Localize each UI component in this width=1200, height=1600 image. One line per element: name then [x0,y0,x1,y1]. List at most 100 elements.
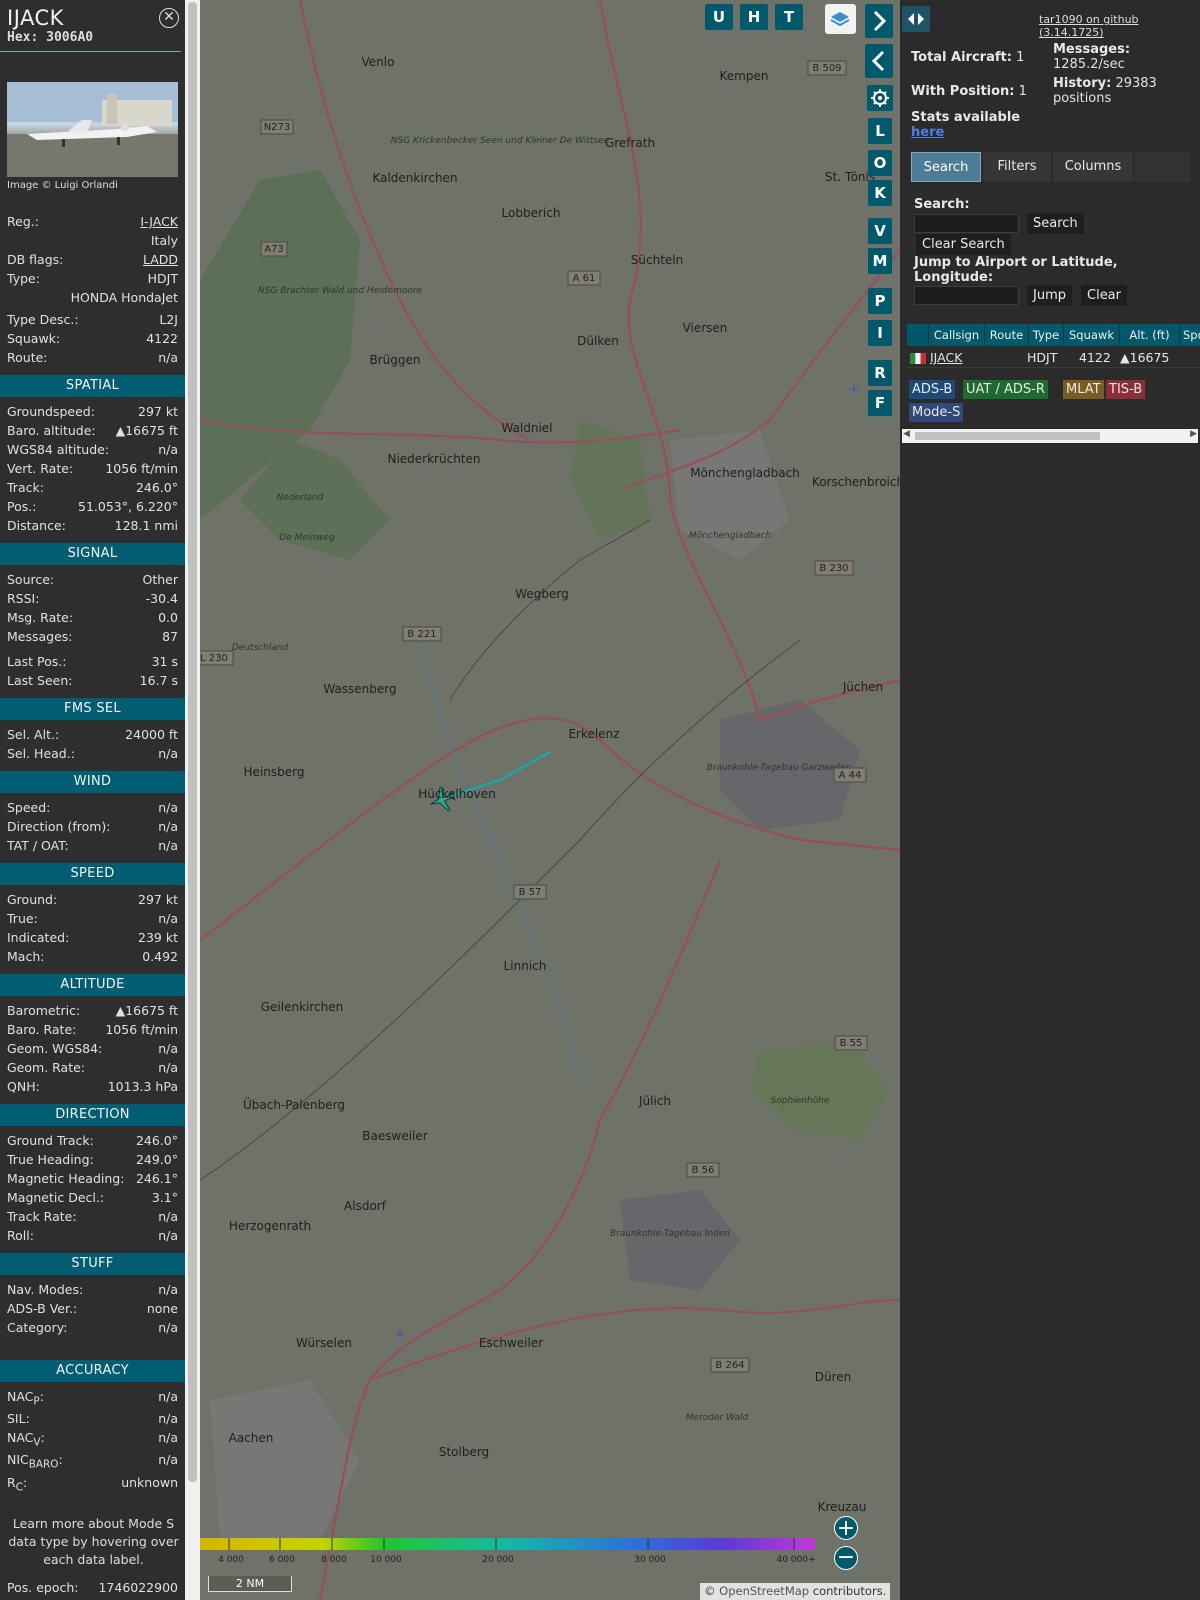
github-link[interactable]: tar1090 on github (3.14.1725) [1039,13,1200,39]
map-button-l[interactable]: L [868,118,892,144]
row-alt-rate: Baro. Rate: 1056 ft/min [7,1022,178,1037]
map-button-r[interactable]: R [868,360,892,386]
town-label: Alsdorf [344,1199,387,1213]
row-nacv: NACV: n/a [7,1430,178,1449]
legend-tick-label: 8 000 [321,1555,347,1565]
chevron-left-icon[interactable] [865,44,893,78]
row-route: Route: n/a [7,350,178,365]
dbflags-link[interactable]: LADD [143,252,178,267]
row-alt-baro: Barometric: ▲16675 ft [7,1003,178,1018]
chevron-right-icon[interactable] [865,4,893,38]
town-label: Heinsberg [244,765,305,779]
road-label: B 56 [692,1165,715,1176]
row-nic-baro: NICBARO: n/a [7,1452,178,1471]
row-squawk: 4122 [1079,350,1111,365]
map-button-i[interactable]: I [868,320,892,346]
jump-input[interactable] [914,286,1019,305]
row-category: Category: n/a [7,1320,178,1335]
table-row[interactable]: IJACK HDJT 4122 ▲16675 [907,348,1200,368]
town-label: Viersen [683,321,728,335]
section-spatial: SPATIAL [0,375,185,397]
tab-blank[interactable] [1135,152,1190,182]
tab-search[interactable]: Search [911,152,981,182]
scroll-left-icon[interactable]: ◀ [903,429,910,439]
stats-link[interactable]: here [911,125,944,140]
right-panel: tar1090 on github (3.14.1725) Total Airc… [900,0,1200,1600]
map-view[interactable]: Venlo Kempen Grefrath Kaldenkirchen Lobberic… [200,0,900,1600]
table-scrollbar[interactable]: ◀ ▶ [902,429,1198,443]
search-input[interactable] [914,214,1019,233]
badge-mode-s[interactable]: Mode-S [909,403,964,422]
badge-mlat[interactable]: MLAT [1063,380,1104,399]
sidebar-scroll-thumb[interactable] [188,2,197,1482]
row-callsign-link[interactable]: IJACK [930,348,962,368]
map-button-p[interactable]: P [868,288,892,314]
column-altitude[interactable]: Alt. (ft) [1120,324,1179,346]
section-direction: DIRECTION [0,1104,185,1126]
column-type[interactable]: Type [1029,324,1063,346]
legend-tick-label: 4 000 [218,1555,244,1565]
badge-tis-b[interactable]: TIS-B [1106,380,1146,399]
nature-label: Nederland [277,493,324,503]
jump-button[interactable]: Jump [1027,285,1072,306]
clear-search-button[interactable]: Clear Search [916,234,1011,255]
section-wind: WIND [0,771,185,793]
map-button-o[interactable]: O [868,150,892,176]
badge-ads-b[interactable]: ADS-B [909,380,956,399]
map-button-h[interactable]: H [740,4,768,30]
table-scroll-thumb[interactable] [915,432,1100,440]
map-button-u[interactable]: U [705,4,733,30]
row-speed-true: True: n/a [7,911,178,926]
row-vert-rate: Vert. Rate: 1056 ft/min [7,461,178,476]
row-last-seen: Last Seen: 16.7 s [7,673,178,688]
nature-label: Braunkohle-Tagebau Inden [610,1229,731,1239]
map-button-v[interactable]: V [868,218,892,244]
zoom-in-button[interactable]: + [834,1516,858,1540]
map-button-t[interactable]: T [775,4,803,30]
row-position: Pos.: 51.053°, 6.220° [7,499,178,514]
town-label: Brüggen [370,353,421,367]
map-button-f[interactable]: F [868,390,892,416]
town-label: Eschweiler [479,1336,543,1350]
zoom-out-button[interactable]: − [834,1546,858,1570]
map-button-k[interactable]: K [868,180,892,206]
town-label: Übach-Palenberg [243,1096,345,1112]
aircraft-photo[interactable] [7,82,178,177]
column-route[interactable]: Route [985,324,1028,346]
nature-label: NSG Krickenbecker Seen und Kleiner De Wi… [391,136,610,146]
column-squawk[interactable]: Squawk [1064,324,1119,346]
row-geom-alt: Geom. WGS84: n/a [7,1041,178,1056]
gear-icon[interactable] [867,85,893,111]
road-label: B 221 [407,629,436,640]
map-button-m[interactable]: M [868,248,892,274]
layers-icon[interactable] [825,4,856,34]
column-speed[interactable]: Spd [1180,324,1200,346]
osm-link[interactable]: OpenStreetMap [719,1584,809,1598]
map-canvas[interactable]: Venlo Kempen Grefrath Kaldenkirchen Lobberic… [200,0,900,1600]
tab-columns[interactable]: Columns [1053,152,1133,182]
column-callsign[interactable]: Callsign [929,324,984,346]
road-label: L 230 [200,653,228,664]
map-scale-bar: 2 NM [208,1576,292,1592]
town-label: Dülken [577,334,619,348]
registration-link[interactable]: I-JACK [140,214,178,229]
town-label: Kaldenkirchen [372,171,457,185]
close-icon[interactable]: ✕ [159,8,179,28]
clear-button[interactable]: Clear [1081,285,1127,306]
row-dbflags: DB flags: LADD [7,252,178,267]
row-track-rate: Track Rate: n/a [7,1209,178,1224]
sidebar-scrollbar[interactable] [185,0,200,1600]
split-toggle-icon[interactable] [902,6,930,32]
column-flag[interactable] [907,324,928,346]
badge-uat-ads-r[interactable]: UAT / ADS-R [963,380,1048,399]
town-label: Waldniel [501,421,552,435]
search-button[interactable]: Search [1027,213,1084,234]
tab-filters[interactable]: Filters [983,152,1051,182]
scroll-right-icon[interactable]: ▶ [1190,429,1197,439]
legend-tick-label: 10 000 [370,1555,402,1565]
row-speed-ground: Ground: 297 kt [7,892,178,907]
history-count: History: 29383 positions [1053,76,1157,106]
town-label: Stolberg [439,1445,489,1459]
row-model: HONDA HondaJet [70,290,178,305]
nature-label: Braunkohle-Tagebau Garzweiler [706,763,850,773]
